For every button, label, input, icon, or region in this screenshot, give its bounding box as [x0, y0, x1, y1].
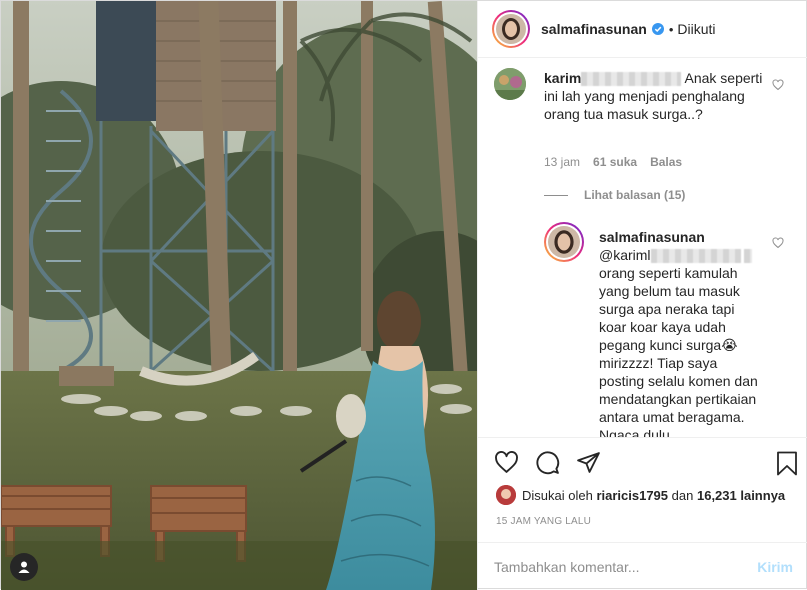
comments-list: karim Anak seperti ini lah yang menjadi … [478, 58, 807, 437]
instagram-post: salmafinasunan • Diikuti karim Anak sepe… [0, 0, 807, 590]
commenter-username[interactable]: karim [544, 70, 581, 86]
liked-by-prefix: Disukai oleh [522, 487, 593, 503]
reply-mention[interactable]: @kariml [599, 247, 651, 263]
view-replies-label: Lihat balasan (15) [584, 188, 686, 202]
comment-time[interactable]: 13 jam [544, 155, 580, 169]
reply-author-username[interactable]: salmafinasunan [599, 228, 759, 246]
post-comment-button[interactable]: Kirim [757, 559, 793, 575]
comment-text-block: karim Anak seperti ini lah yang menjadi … [544, 69, 764, 123]
bookmark-icon[interactable] [776, 451, 798, 479]
comment-icon[interactable] [535, 450, 560, 478]
commenter-avatar[interactable] [494, 68, 526, 100]
liked-by-connector: dan [671, 487, 694, 503]
likes-count[interactable]: 16,231 lainnya [697, 488, 785, 503]
post-photo[interactable] [1, 1, 477, 590]
comment-meta: 13 jam 61 suka Balas [544, 155, 682, 169]
add-comment-bar: Kirim [478, 542, 807, 590]
post-actions: Disukai oleh riaricis1795 dan 16,231 lai… [478, 437, 807, 551]
liked-by-row: Disukai oleh riaricis1795 dan 16,231 lai… [496, 485, 785, 505]
user-tag-icon[interactable] [10, 553, 38, 581]
liked-by-avatar[interactable] [496, 485, 516, 505]
comment-input[interactable] [494, 558, 734, 575]
comment-like-icon[interactable] [772, 78, 784, 91]
garden-treehouse-image [1, 1, 477, 590]
header-username[interactable]: salmafinasunan [541, 21, 647, 37]
verified-badge-icon [651, 23, 664, 35]
post-header: salmafinasunan • Diikuti [478, 1, 807, 58]
follow-status-button[interactable]: Diikuti [677, 21, 715, 37]
view-replies-button[interactable]: Lihat balasan (15) [544, 188, 685, 202]
reply-author-avatar[interactable] [544, 222, 584, 262]
post-timestamp[interactable]: 15 JAM YANG LALU [496, 516, 591, 527]
action-icons [494, 450, 601, 478]
reply-text-block: salmafinasunan @kariml orang seperti kam… [599, 228, 759, 437]
redacted-mention-blur [650, 249, 741, 264]
reply-button[interactable]: Balas [650, 155, 682, 169]
comment-likes[interactable]: 61 suka [593, 155, 637, 169]
reply-text: orang seperti kamulah yang belum tau mas… [599, 265, 758, 437]
post-side-panel: salmafinasunan • Diikuti karim Anak sepe… [477, 1, 807, 590]
replies-divider [544, 194, 568, 196]
redacted-username-blur [581, 72, 682, 87]
share-icon[interactable] [576, 450, 601, 478]
profile-avatar[interactable] [492, 10, 530, 48]
redacted-mention-blur-2 [744, 249, 753, 264]
liked-by-user[interactable]: riaricis1795 [596, 488, 668, 503]
heart-icon[interactable] [494, 450, 519, 478]
reply-like-icon[interactable] [772, 236, 784, 249]
header-separator: • [668, 21, 674, 37]
